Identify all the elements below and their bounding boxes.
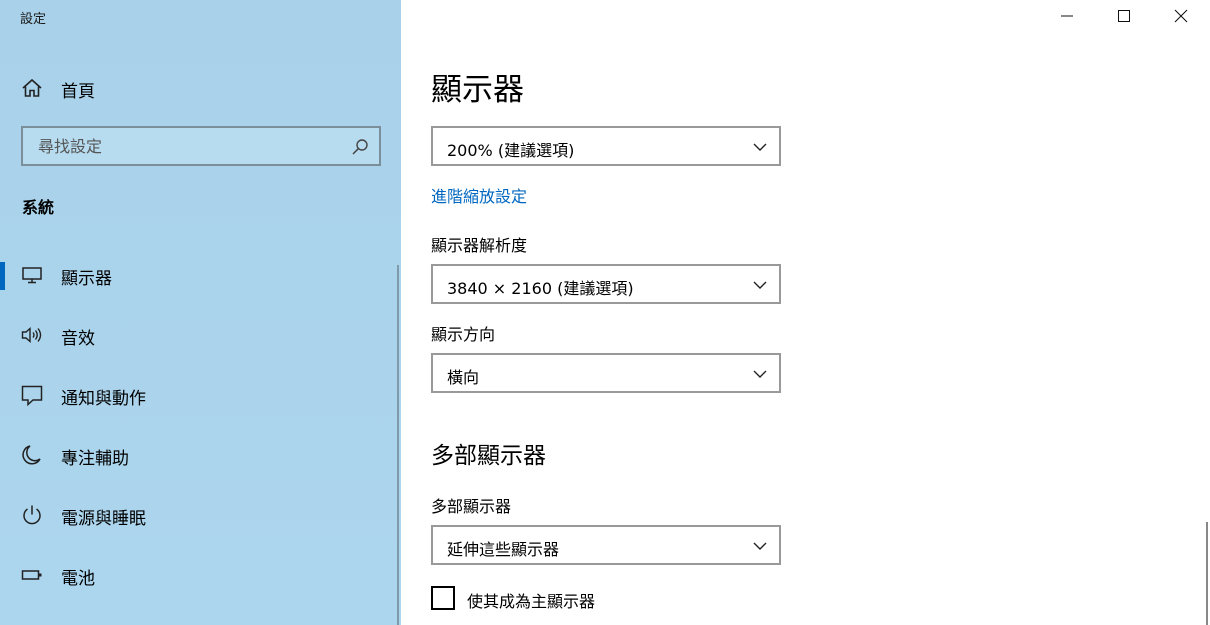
orientation-label: 顯示方向 (431, 325, 496, 344)
resolution-dropdown[interactable]: 3840 × 2160 (建議選項) (431, 264, 781, 304)
search-input[interactable] (23, 128, 379, 164)
sidebar-item-label: 首頁 (61, 82, 95, 102)
maximize-button[interactable] (1096, 0, 1153, 34)
minimize-button[interactable] (1039, 0, 1096, 34)
scale-value: 200% (建議選項) (447, 141, 575, 160)
home-icon (22, 78, 42, 97)
main-scrollbar[interactable] (1206, 522, 1208, 625)
chevron-down-icon (753, 542, 767, 550)
sidebar-item-label: 通知與動作 (61, 389, 146, 409)
scale-dropdown[interactable]: 200% (建議選項) (431, 126, 781, 166)
sidebar-scrollbar[interactable] (397, 265, 399, 625)
orientation-value: 橫向 (447, 368, 480, 387)
multiple-displays-label: 多部顯示器 (431, 497, 512, 516)
maximize-icon (1118, 10, 1130, 22)
sidebar-item-battery[interactable]: 電池 (0, 548, 396, 604)
sidebar: 設定 首頁 系統 顯示器 音效 (0, 0, 401, 625)
sidebar-item-home[interactable]: 首頁 (0, 68, 390, 108)
make-main-display-label: 使其成為主顯示器 (467, 592, 596, 611)
speaker-icon (21, 326, 42, 344)
advanced-scaling-link[interactable]: 進階縮放設定 (431, 183, 527, 207)
power-icon (23, 505, 41, 525)
battery-icon (21, 570, 42, 580)
sidebar-item-sound[interactable]: 音效 (0, 308, 396, 364)
sidebar-item-label: 電池 (61, 569, 95, 589)
search-icon[interactable] (351, 138, 369, 156)
resolution-label: 顯示器解析度 (431, 236, 528, 255)
page-title: 顯示器 (431, 72, 524, 108)
sidebar-item-display[interactable]: 顯示器 (0, 248, 396, 304)
sidebar-item-label: 顯示器 (61, 269, 112, 289)
sidebar-item-label: 電源與睡眠 (61, 509, 146, 529)
main-content: 顯示器 200% (建議選項) 進階縮放設定 顯示器解析度 3840 × 216… (401, 0, 1210, 625)
close-icon (1174, 9, 1188, 23)
sidebar-item-notifications[interactable]: 通知與動作 (0, 368, 396, 424)
sidebar-item-label: 音效 (61, 329, 95, 349)
chevron-down-icon (753, 143, 767, 151)
close-button[interactable] (1153, 0, 1210, 34)
orientation-dropdown[interactable]: 橫向 (431, 353, 781, 393)
chevron-down-icon (753, 281, 767, 289)
make-main-display-checkbox[interactable] (431, 586, 455, 610)
sidebar-item-focus-assist[interactable]: 專注輔助 (0, 428, 396, 484)
moon-icon (22, 445, 41, 465)
app-title: 設定 (20, 12, 47, 27)
notification-icon (21, 385, 43, 406)
multiple-displays-dropdown[interactable]: 延伸這些顯示器 (431, 525, 781, 565)
minimize-icon (1061, 15, 1073, 17)
sidebar-item-label: 專注輔助 (61, 449, 129, 469)
sidebar-item-power[interactable]: 電源與睡眠 (0, 488, 396, 544)
window-controls (1039, 0, 1210, 34)
multiple-displays-heading: 多部顯示器 (431, 443, 546, 469)
section-heading: 系統 (22, 198, 55, 217)
resolution-value: 3840 × 2160 (建議選項) (447, 279, 634, 298)
search-box[interactable] (21, 126, 381, 166)
chevron-down-icon (753, 370, 767, 378)
multiple-displays-value: 延伸這些顯示器 (447, 540, 560, 559)
monitor-icon (22, 267, 42, 284)
